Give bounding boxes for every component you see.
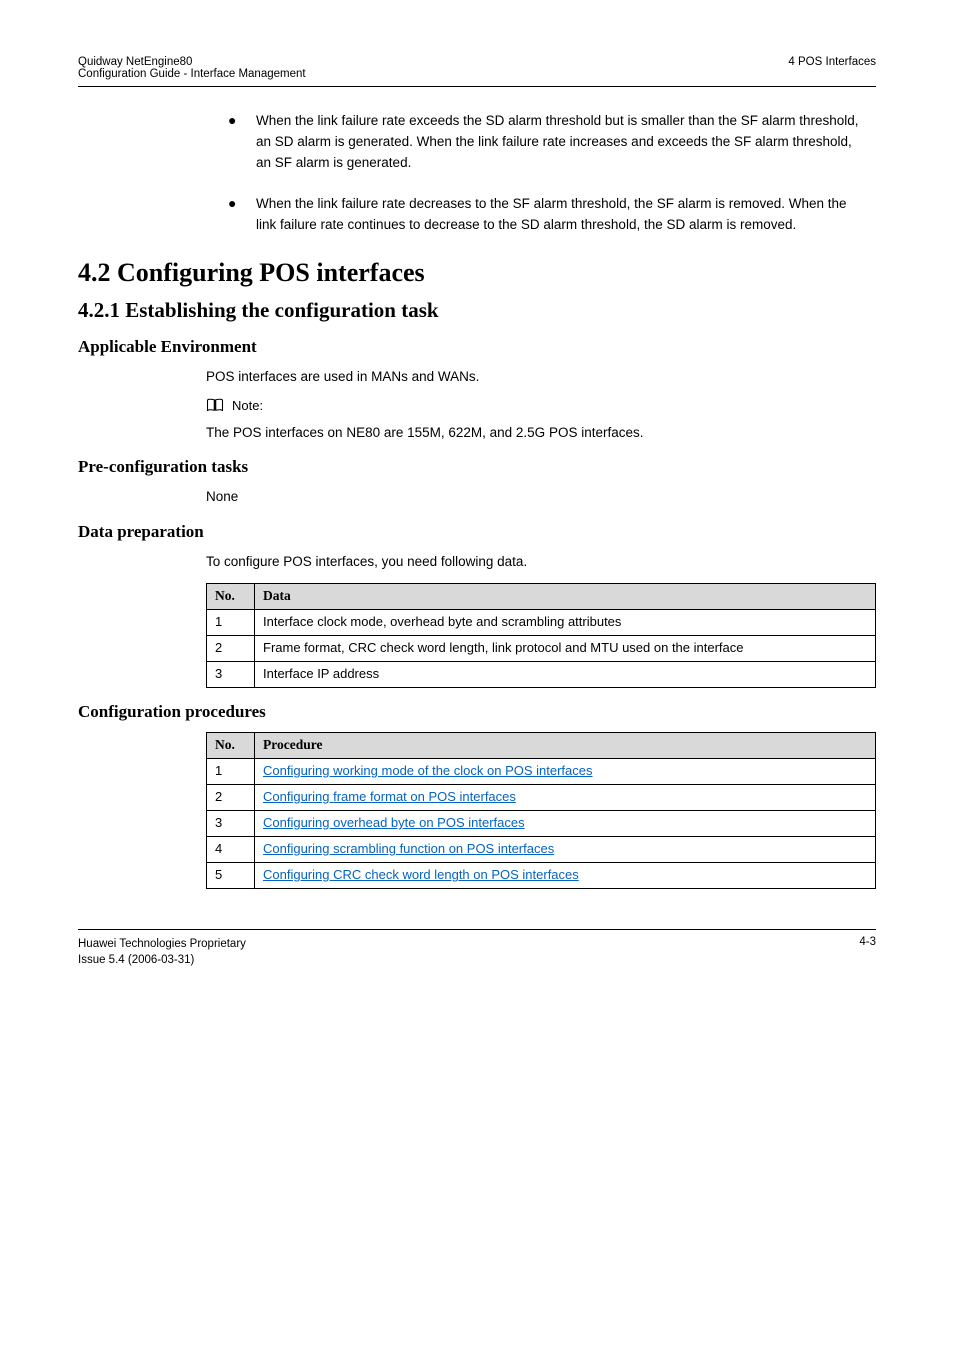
cell-no: 5 (207, 863, 255, 889)
cell-no: 2 (207, 636, 255, 662)
header-left: Quidway NetEngine80 Configuration Guide … (78, 56, 306, 80)
cell-no: 3 (207, 662, 255, 688)
config-procedures-heading: Configuration procedures (78, 702, 876, 722)
cell-no: 2 (207, 785, 255, 811)
book-icon (206, 398, 224, 412)
page-header: Quidway NetEngine80 Configuration Guide … (78, 56, 876, 80)
preconfig-heading: Pre-configuration tasks (78, 457, 876, 477)
table-row: 3 Configuring overhead byte on POS inter… (207, 811, 876, 837)
dataprep-intro: To configure POS interfaces, you need fo… (206, 552, 866, 573)
footer-left-line1: Huawei Technologies Proprietary (78, 936, 246, 952)
cell-no: 1 (207, 759, 255, 785)
cell-proc: Configuring CRC check word length on POS… (255, 863, 876, 889)
bullet-marker: ● (228, 194, 256, 236)
preconfig-body: None (206, 487, 866, 508)
cell-no: 3 (207, 811, 255, 837)
col-header-no: No. (207, 584, 255, 610)
note-body: The POS interfaces on NE80 are 155M, 622… (206, 423, 866, 444)
applicable-environment-heading: Applicable Environment (78, 337, 876, 357)
footer-right: 4-3 (859, 936, 876, 968)
cell-proc: Configuring working mode of the clock on… (255, 759, 876, 785)
procedure-link[interactable]: Configuring overhead byte on POS interfa… (263, 815, 525, 830)
header-left-line2: Configuration Guide - Interface Manageme… (78, 68, 306, 80)
header-right-text: 4 POS Interfaces (788, 56, 876, 68)
bullet-marker: ● (228, 111, 256, 174)
footer-rule (78, 929, 876, 930)
note-label: Note: (232, 398, 263, 413)
col-header-data: Data (255, 584, 876, 610)
table-row: 2 Configuring frame format on POS interf… (207, 785, 876, 811)
data-preparation-table: No. Data 1 Interface clock mode, overhea… (206, 583, 876, 688)
cell-proc: Configuring frame format on POS interfac… (255, 785, 876, 811)
procedure-link[interactable]: Configuring frame format on POS interfac… (263, 789, 516, 804)
col-header-procedure: Procedure (255, 733, 876, 759)
footer-left-line2: Issue 5.4 (2006-03-31) (78, 952, 246, 968)
note-row: Note: (206, 398, 876, 413)
section-heading-2: 4.2.1 Establishing the configuration tas… (78, 298, 876, 323)
table-row: 4 Configuring scrambling function on POS… (207, 837, 876, 863)
table-row: 5 Configuring CRC check word length on P… (207, 863, 876, 889)
section-heading-1: 4.2 Configuring POS interfaces (78, 258, 876, 288)
col-header-no: No. (207, 733, 255, 759)
table-header-row: No. Procedure (207, 733, 876, 759)
header-left-line1: Quidway NetEngine80 (78, 56, 306, 68)
procedure-link[interactable]: Configuring working mode of the clock on… (263, 763, 593, 778)
cell-data: Interface IP address (255, 662, 876, 688)
cell-proc: Configuring scrambling function on POS i… (255, 837, 876, 863)
bullet-item: ● When the link failure rate decreases t… (228, 194, 866, 236)
procedure-link[interactable]: Configuring CRC check word length on POS… (263, 867, 579, 882)
table-row: 3 Interface IP address (207, 662, 876, 688)
footer-left: Huawei Technologies Proprietary Issue 5.… (78, 936, 246, 968)
bullet-item: ● When the link failure rate exceeds the… (228, 111, 866, 174)
table-row: 1 Configuring working mode of the clock … (207, 759, 876, 785)
header-right: 4 POS Interfaces (788, 56, 876, 80)
cell-data: Frame format, CRC check word length, lin… (255, 636, 876, 662)
page-footer: Huawei Technologies Proprietary Issue 5.… (78, 936, 876, 968)
config-procedures-table: No. Procedure 1 Configuring working mode… (206, 732, 876, 889)
cell-no: 4 (207, 837, 255, 863)
procedure-link[interactable]: Configuring scrambling function on POS i… (263, 841, 554, 856)
table-row: 1 Interface clock mode, overhead byte an… (207, 610, 876, 636)
bullet-text: When the link failure rate exceeds the S… (256, 111, 866, 174)
bullet-list: ● When the link failure rate exceeds the… (228, 111, 866, 236)
cell-data: Interface clock mode, overhead byte and … (255, 610, 876, 636)
bullet-text: When the link failure rate decreases to … (256, 194, 866, 236)
header-rule (78, 86, 876, 87)
cell-no: 1 (207, 610, 255, 636)
table-row: 2 Frame format, CRC check word length, l… (207, 636, 876, 662)
table-header-row: No. Data (207, 584, 876, 610)
dataprep-heading: Data preparation (78, 522, 876, 542)
applicable-environment-body: POS interfaces are used in MANs and WANs… (206, 367, 866, 388)
cell-proc: Configuring overhead byte on POS interfa… (255, 811, 876, 837)
